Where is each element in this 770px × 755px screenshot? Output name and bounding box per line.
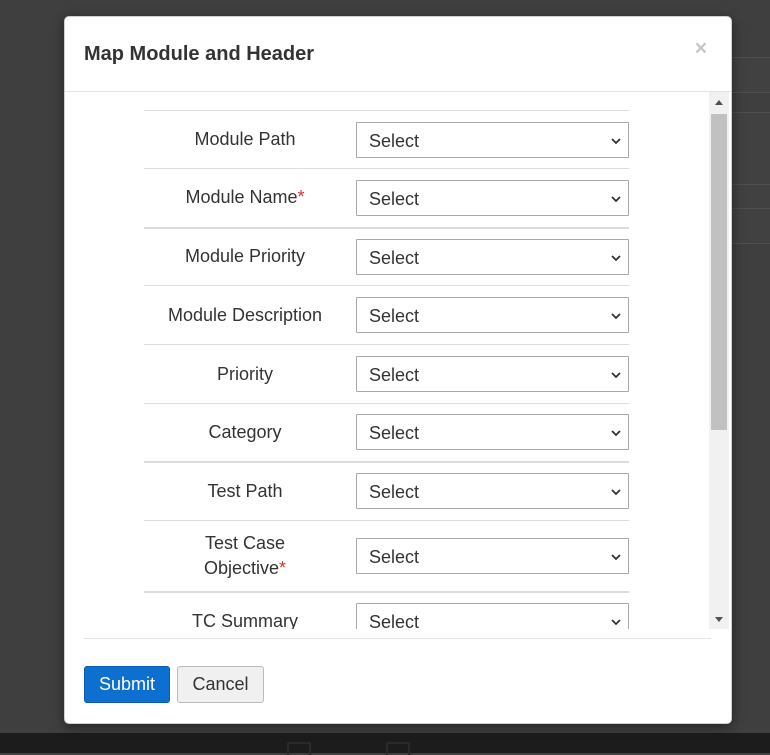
mapping-row: Module Path Select — [144, 110, 629, 169]
chevron-down-icon — [611, 313, 621, 320]
field-label-cell: Module Name* — [144, 168, 346, 228]
chevron-down-icon — [611, 255, 621, 262]
field-label-cell: Category — [144, 403, 346, 462]
column-select[interactable]: Select — [356, 297, 629, 333]
select-value: Select — [369, 546, 420, 567]
field-select-cell: Select — [346, 460, 629, 521]
close-icon[interactable]: × — [695, 38, 707, 60]
field-label-cell: Test Case Objective* — [144, 520, 346, 592]
column-select[interactable]: Select — [356, 356, 629, 392]
select-value: Select — [369, 130, 420, 151]
chevron-down-icon — [611, 372, 621, 379]
field-select-cell: Select — [346, 226, 629, 286]
select-value: Select — [369, 247, 420, 268]
required-marker: * — [297, 187, 305, 208]
modal-footer: Submit Cancel — [84, 638, 711, 723]
column-select[interactable]: Select — [356, 238, 629, 275]
select-value: Select — [369, 306, 420, 326]
chevron-down-icon — [611, 196, 621, 203]
mapping-scroll-area[interactable]: Module Path Select Module Name* Select Modul… — [65, 92, 709, 629]
mapping-row: Module Name* Select — [144, 168, 629, 228]
field-label-cell: Test Path — [144, 460, 346, 521]
vertical-scrollbar[interactable] — [709, 92, 729, 629]
field-select-cell: Select — [346, 344, 629, 404]
field-label-cell: Module Path — [144, 110, 346, 169]
mapping-row: Test Case Objective* Select — [144, 520, 629, 592]
trash-icon — [386, 742, 410, 755]
select-value: Select — [369, 482, 420, 503]
mapping-row: Module Description Select — [144, 285, 629, 345]
field-label: Priority — [216, 363, 273, 384]
column-select[interactable]: Select — [356, 414, 629, 451]
submit-button[interactable]: Submit — [84, 666, 170, 703]
field-label: Category — [208, 421, 282, 442]
column-select[interactable]: Select — [356, 179, 629, 216]
field-label: Module Path — [194, 129, 296, 149]
background-toolbar — [0, 733, 770, 753]
mapping-row: Module Priority Select — [144, 226, 629, 286]
field-label-cell: Priority — [144, 344, 346, 404]
mapping-table: Module Path Select Module Name* Select Modul… — [144, 110, 629, 629]
field-label-cell: Module Priority — [144, 226, 346, 286]
chevron-down-icon — [611, 554, 621, 561]
select-value: Select — [369, 423, 420, 444]
field-select-cell: Select — [346, 168, 629, 228]
field-label: TC Summary — [191, 610, 298, 630]
field-label-cell: Module Description — [144, 285, 346, 345]
chevron-down-icon — [611, 489, 621, 496]
background-panel — [730, 208, 770, 244]
field-select-cell: Select — [346, 403, 629, 462]
field-label: Test Path — [207, 480, 283, 501]
mapping-row: Test Path Select — [144, 460, 629, 521]
field-label: Module Name — [185, 187, 298, 208]
scroll-down-icon[interactable] — [709, 609, 729, 629]
chevron-down-icon — [611, 137, 621, 144]
scroll-up-icon[interactable] — [709, 92, 729, 112]
scrollbar-thumb[interactable] — [711, 114, 727, 430]
column-select[interactable]: Select — [356, 537, 629, 574]
field-select-cell: Select — [346, 520, 629, 592]
cancel-button[interactable]: Cancel — [177, 666, 264, 703]
modal-body: Module Path Select Module Name* Select Modul… — [65, 92, 731, 629]
modal-header: Map Module and Header × — [65, 17, 731, 92]
chevron-down-icon — [611, 430, 621, 437]
column-select[interactable]: Select — [356, 603, 629, 629]
select-value: Select — [369, 612, 420, 629]
field-label: Test Case Objective — [203, 532, 286, 578]
background-panel — [730, 184, 770, 210]
chevron-down-icon — [611, 619, 621, 626]
field-label-cell: TC Summary — [144, 590, 346, 630]
field-select-cell: Select — [346, 590, 629, 629]
field-label: Module Description — [167, 304, 323, 325]
required-marker: * — [279, 557, 287, 578]
field-select-cell: Select — [346, 110, 629, 169]
mapping-row: Priority Select — [144, 344, 629, 404]
column-select[interactable]: Select — [356, 473, 629, 510]
column-select[interactable]: Select — [356, 121, 629, 158]
modal-title: Map Module and Header — [84, 43, 315, 65]
mapping-row: TC Summary Select — [144, 590, 629, 630]
select-value: Select — [369, 365, 420, 385]
background-panel — [730, 57, 770, 93]
map-module-dialog: Map Module and Header × Module Path Selec… — [64, 16, 732, 724]
field-select-cell: Select — [346, 285, 629, 345]
select-value: Select — [369, 188, 420, 209]
field-label: Module Priority — [184, 246, 306, 267]
edit-icon — [287, 742, 311, 755]
mapping-row: Category Select — [144, 403, 629, 462]
background-panel — [730, 112, 770, 186]
